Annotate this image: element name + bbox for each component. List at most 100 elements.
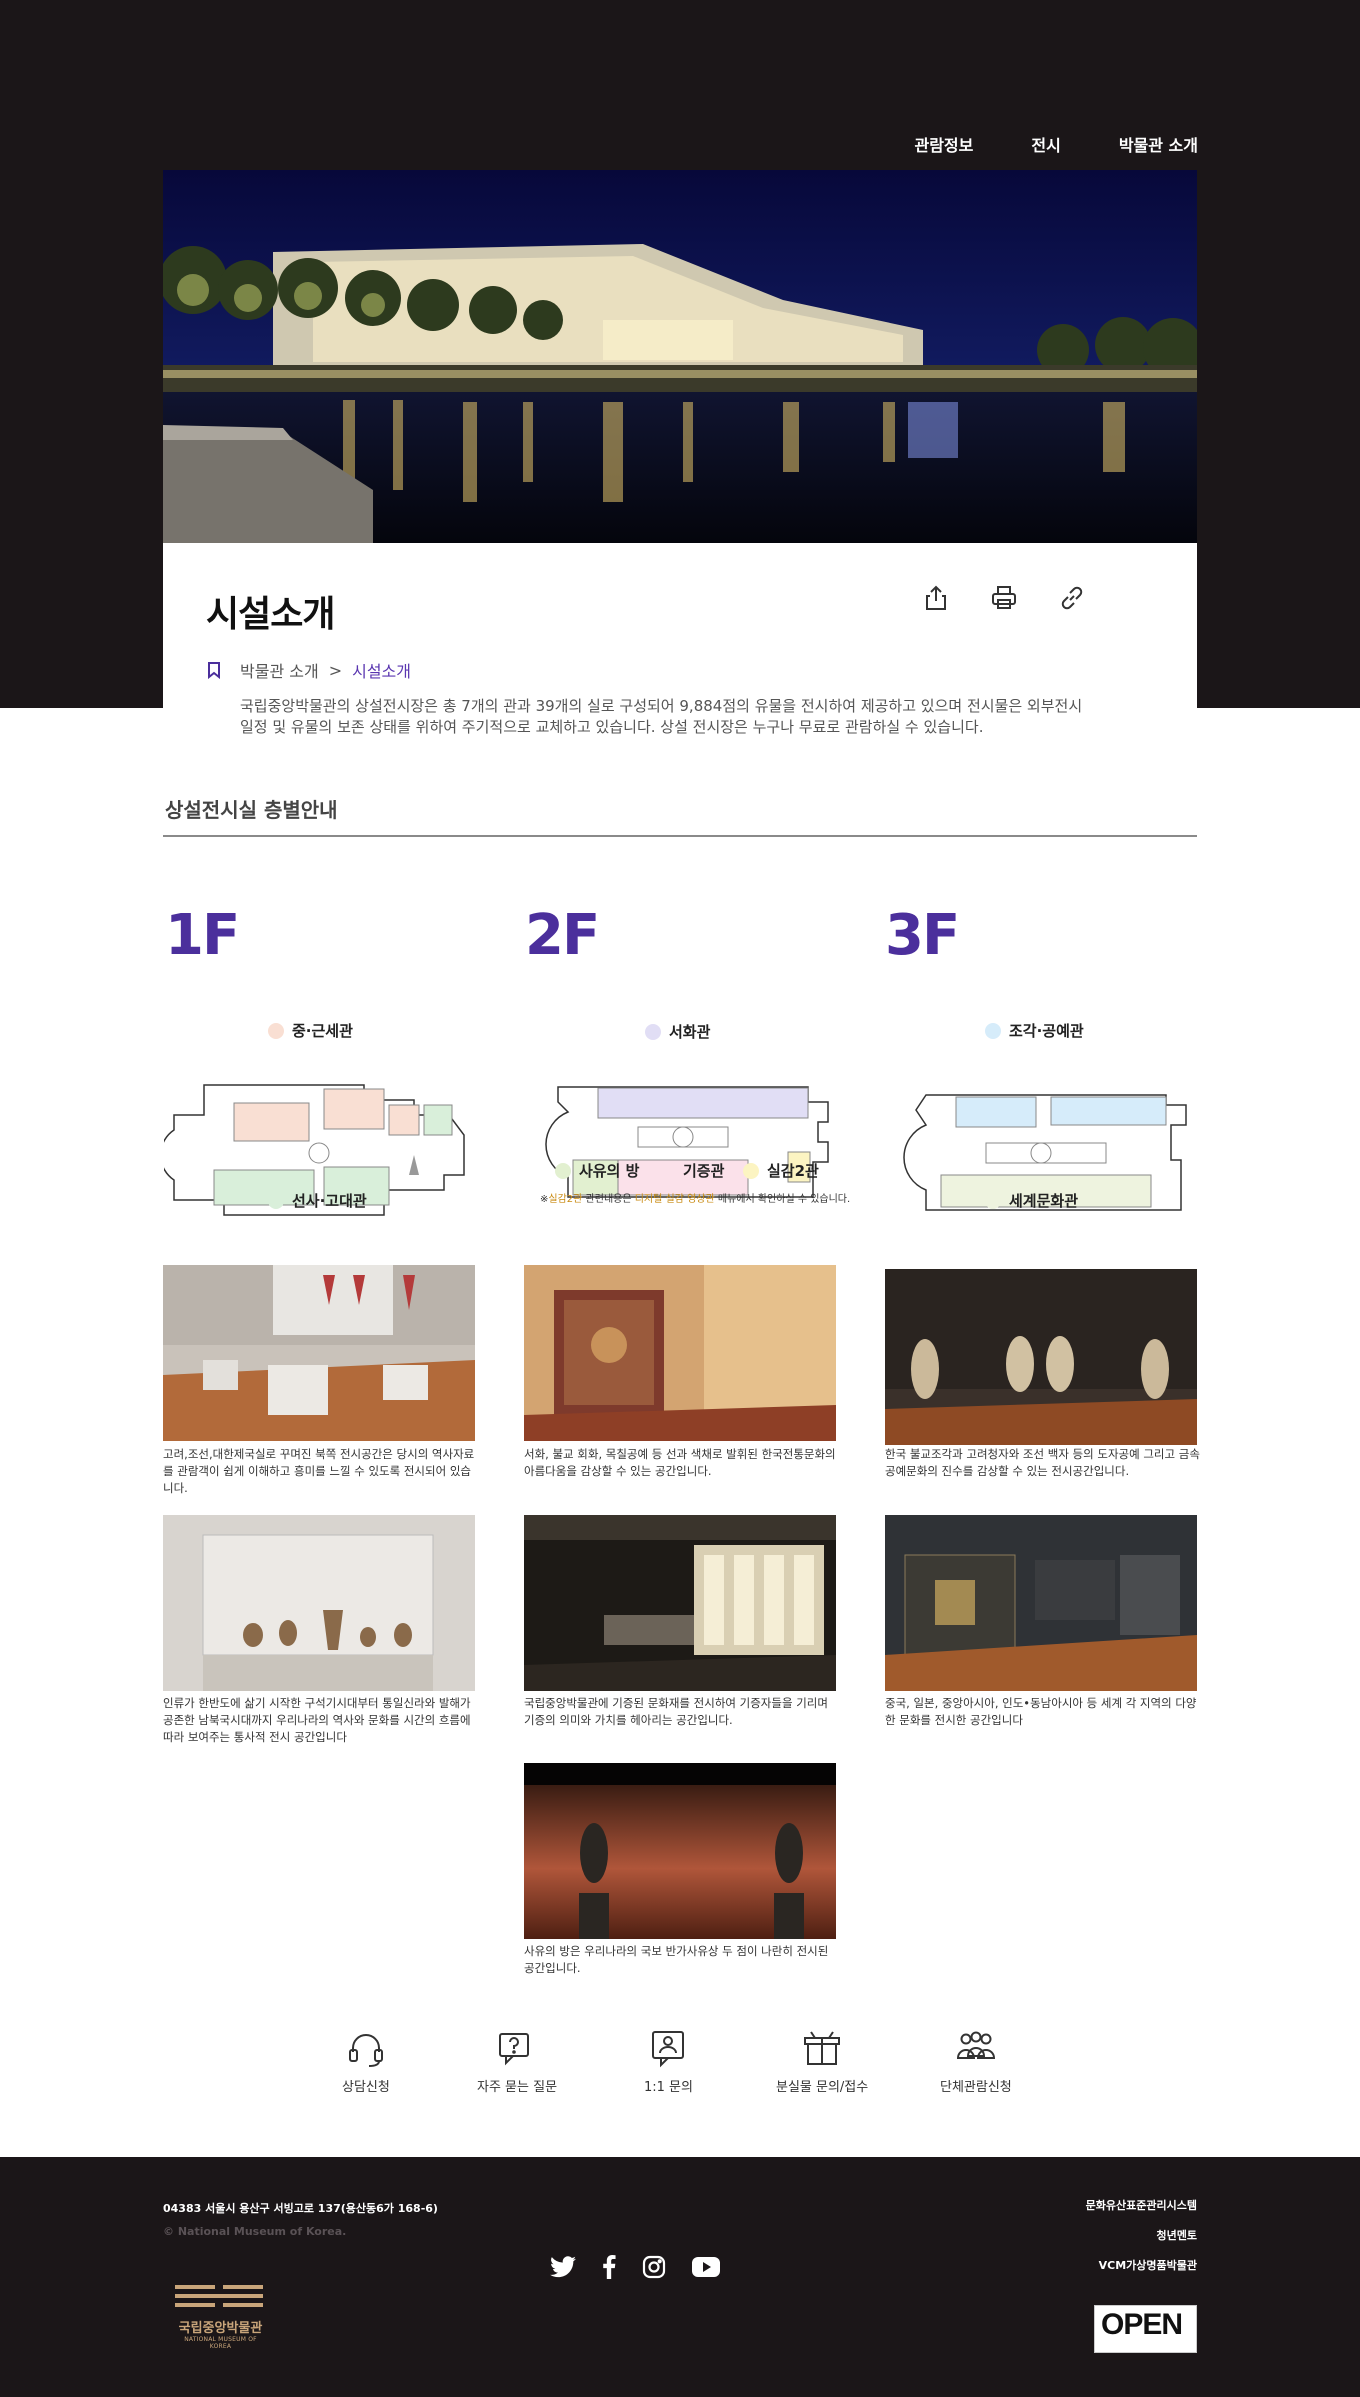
quick-link-group-visit[interactable]: 단체관람신청 bbox=[940, 2028, 1012, 2095]
footer-links: 문화유산표준관리시스템 청년멘토 VCM가상명품박물관 bbox=[1086, 2197, 1197, 2287]
gallery-caption: 서화, 불교 회화, 목칠공예 등 선과 색채로 발휘된 한국전통문화의 아름다… bbox=[524, 1447, 836, 1478]
hall-name: 선사·고대관 bbox=[292, 1192, 367, 1210]
floor-3f-label: 3F bbox=[885, 903, 960, 968]
faq-chat-icon bbox=[499, 2033, 530, 2066]
twitter-icon[interactable] bbox=[550, 2256, 576, 2278]
hall-label: 중·근세관 bbox=[268, 1020, 353, 1041]
title-card: 시설소개 박물관 소개 > 시설소개 bbox=[163, 543, 1197, 711]
hall-label: 사유의 방 bbox=[555, 1160, 639, 1181]
footer-copyright: © National Museum of Korea. bbox=[163, 2225, 347, 2238]
footer-link[interactable]: 문화유산표준관리시스템 bbox=[1086, 2197, 1197, 2213]
youtube-icon[interactable] bbox=[692, 2257, 720, 2277]
footer-address: 04383 서울시 용산구 서빙고로 137(용산동6가 168-6) bbox=[163, 2202, 438, 2215]
hall-label: 기증관 bbox=[659, 1160, 724, 1181]
hall-name: 실감2관 bbox=[767, 1162, 819, 1180]
legend-dot bbox=[743, 1162, 759, 1179]
nav-visit-info[interactable]: 관람정보 bbox=[914, 132, 973, 156]
quick-link-label: 분실물 문의/접수 bbox=[776, 2080, 869, 2095]
quick-link-inquiry[interactable]: 1:1 문의 bbox=[644, 2028, 693, 2095]
footer-link[interactable]: 청년멘토 bbox=[1086, 2227, 1197, 2243]
note-text: 메뉴에서 확인하실 수 있습니다. bbox=[714, 1194, 851, 1205]
share-icon[interactable] bbox=[921, 583, 951, 613]
print-icon[interactable] bbox=[989, 583, 1019, 613]
page-tools bbox=[921, 583, 1087, 613]
gallery-photo-donation[interactable] bbox=[524, 1515, 836, 1691]
gallery-photo-calligraphy[interactable] bbox=[524, 1265, 836, 1441]
gallery-caption: 인류가 한반도에 삶기 시작한 구석기시대부터 통일신라와 발해가 공존한 남북… bbox=[163, 1696, 471, 1744]
floor-3f-plan bbox=[903, 1094, 1187, 1211]
breadcrumb-parent[interactable]: 박물관 소개 bbox=[240, 658, 319, 682]
social-links bbox=[550, 2255, 720, 2279]
badge-text: OPEN bbox=[1101, 2308, 1183, 2341]
note-text: 관련내용은 bbox=[582, 1194, 635, 1205]
box-icon bbox=[804, 2031, 841, 2065]
legend-dot bbox=[645, 1023, 661, 1040]
note-highlight: 실감2관 bbox=[548, 1194, 583, 1205]
gallery-photo-prehistoric[interactable] bbox=[163, 1515, 475, 1691]
person-chat-icon bbox=[652, 2031, 685, 2068]
quick-link-label: 자주 묻는 질문 bbox=[477, 2080, 558, 2095]
gallery-photo-medieval[interactable] bbox=[163, 1265, 475, 1441]
group-icon bbox=[956, 2031, 995, 2059]
legend-dot bbox=[985, 1022, 1001, 1039]
hall-name: 중·근세관 bbox=[292, 1022, 353, 1040]
quick-link-label: 상담신청 bbox=[342, 2080, 390, 2095]
legend-dot bbox=[659, 1162, 675, 1179]
hall-label: 서화관 bbox=[645, 1021, 710, 1042]
floor-1f-label: 1F bbox=[165, 903, 240, 968]
floor-2f-label: 2F bbox=[525, 903, 600, 968]
gallery-caption: 고려,조선,대한제국실로 꾸며진 북쪽 전시공간은 당시의 역사자료를 관람객이… bbox=[163, 1447, 475, 1495]
gallery-photo-sculpture[interactable] bbox=[885, 1269, 1197, 1445]
legend-dot bbox=[268, 1022, 284, 1039]
facebook-icon[interactable] bbox=[602, 2255, 616, 2279]
breadcrumb-separator: > bbox=[328, 660, 343, 680]
breadcrumb: 박물관 소개 > 시설소개 bbox=[206, 658, 411, 682]
hall-label: 선사·고대관 bbox=[268, 1190, 367, 1211]
footer: 04383 서울시 용산구 서빙고로 137(용산동6가 168-6) © Na… bbox=[0, 2157, 1360, 2397]
gallery-caption: 한국 불교조각과 고려청자와 조선 백자 등의 도자공예 그리고 금속공예문화의… bbox=[885, 1447, 1200, 1478]
legend-dot bbox=[555, 1162, 571, 1179]
logo-english: NATIONAL MUSEUM OF KOREA bbox=[184, 2336, 257, 2350]
gallery-caption: 중국, 일본, 중앙아시아, 인도•동남아시아 등 세계 각 지역의 다양한 문… bbox=[885, 1696, 1197, 1727]
open-license-badge[interactable]: OPEN bbox=[1094, 2305, 1197, 2353]
quick-link-lost-found[interactable]: 분실물 문의/접수 bbox=[776, 2028, 868, 2095]
hall-name: 조각·공예관 bbox=[1009, 1022, 1084, 1040]
quick-link-label: 단체관람신청 bbox=[940, 2080, 1012, 2095]
legend-dot bbox=[268, 1192, 284, 1209]
nav-exhibition[interactable]: 전시 bbox=[1031, 132, 1060, 156]
museum-logo[interactable]: 국립중앙박물관 NATIONAL MUSEUM OF KOREA bbox=[173, 2283, 268, 2350]
instagram-icon[interactable] bbox=[642, 2255, 666, 2279]
section-divider bbox=[163, 835, 1197, 837]
footer-link[interactable]: VCM가상명품박물관 bbox=[1086, 2257, 1197, 2273]
quick-link-counsel[interactable]: 상담신청 bbox=[342, 2028, 390, 2095]
bookmark-icon bbox=[208, 662, 220, 679]
gallery-photo-world[interactable] bbox=[885, 1515, 1197, 1691]
gallery-photo-pensive[interactable] bbox=[524, 1763, 836, 1939]
legend-dot bbox=[985, 1192, 1001, 1209]
hall-label: 세계문화관 bbox=[985, 1190, 1078, 1211]
nav-about[interactable]: 박물관 소개 bbox=[1119, 132, 1198, 156]
hero-image bbox=[163, 170, 1197, 543]
hall-name: 세계문화관 bbox=[1009, 1192, 1079, 1210]
gallery-caption: 사유의 방은 우리나라의 국보 반가사유상 두 점이 나란히 전시된 공간입니다… bbox=[524, 1944, 829, 1975]
hall-label: 조각·공예관 bbox=[985, 1020, 1084, 1041]
hall-name: 기증관 bbox=[683, 1162, 725, 1180]
intro-text: 국립중앙박물관의 상설전시장은 총 7개의 관과 39개의 실로 구성되어 9,… bbox=[240, 697, 1083, 736]
main-nav: 관람정보 전시 박물관 소개 bbox=[914, 132, 1198, 156]
logo-korean: 국립중앙박물관 bbox=[178, 2321, 263, 2336]
museum-emblem-icon bbox=[175, 2285, 263, 2307]
quick-link-faq[interactable]: 자주 묻는 질문 bbox=[477, 2028, 557, 2095]
section-title: 상설전시실 층별안내 bbox=[165, 798, 338, 822]
headset-icon bbox=[348, 2034, 383, 2067]
floor-2f-note: ※실감2관 관련내용은 디지털 실감 영상관 메뉴에서 확인하실 수 있습니다. bbox=[540, 1190, 850, 1205]
floor-2f-plan bbox=[545, 1086, 829, 1198]
breadcrumb-current: 시설소개 bbox=[352, 662, 411, 681]
hall-label: 실감2관 bbox=[743, 1160, 819, 1181]
gallery-caption: 국립중앙박물관에 기증된 문화재를 전시하여 기증자들을 기리며 기증의 의미와… bbox=[524, 1696, 828, 1727]
link-icon[interactable] bbox=[1057, 583, 1087, 613]
page-title: 시설소개 bbox=[206, 594, 335, 635]
quick-link-label: 1:1 문의 bbox=[644, 2080, 693, 2095]
note-link[interactable]: 디지털 실감 영상관 bbox=[635, 1194, 715, 1205]
hall-name: 사유의 방 bbox=[579, 1162, 640, 1180]
floor-1f-plan bbox=[164, 1084, 465, 1216]
